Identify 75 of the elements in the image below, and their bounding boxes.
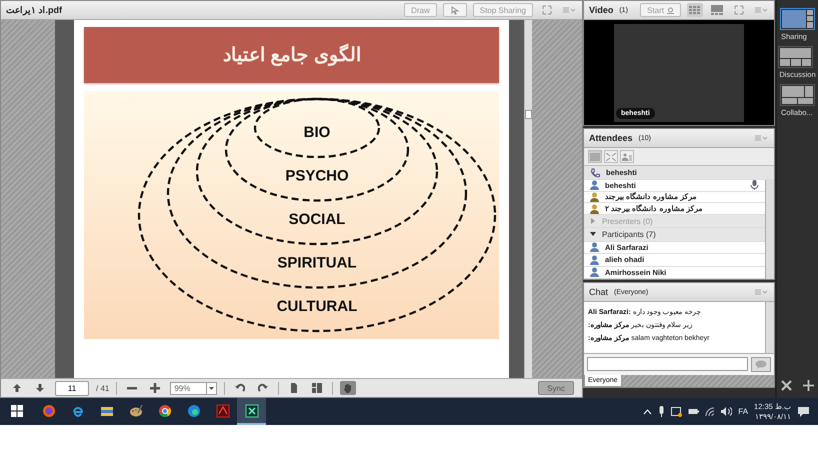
app-icon bbox=[158, 404, 172, 418]
down-arrow-icon bbox=[35, 383, 45, 393]
phone-icon bbox=[590, 168, 600, 178]
app-icon bbox=[216, 404, 230, 418]
app-icon bbox=[42, 404, 56, 418]
rotate-left-icon bbox=[235, 383, 246, 393]
menu-icon bbox=[755, 6, 767, 14]
webcam-icon bbox=[667, 6, 674, 14]
status-button[interactable] bbox=[620, 150, 634, 163]
scrollbar[interactable] bbox=[765, 302, 774, 353]
battery-icon bbox=[688, 408, 700, 415]
add-button[interactable] bbox=[802, 378, 814, 392]
language-indicator[interactable]: FA bbox=[738, 407, 748, 416]
rotate-right-icon bbox=[258, 383, 268, 393]
up-arrow-icon bbox=[12, 383, 22, 393]
ring-label: CULTURAL bbox=[277, 298, 358, 315]
grid-icon bbox=[689, 6, 701, 14]
stage-view-icon bbox=[711, 5, 723, 15]
taskbar-app[interactable] bbox=[237, 398, 266, 425]
chevron-up-icon bbox=[643, 408, 652, 414]
ring-label: SOCIAL bbox=[289, 211, 346, 228]
layout-thumbnail-icon bbox=[779, 47, 812, 67]
caret-icon bbox=[206, 382, 216, 394]
pod-title: Chat bbox=[589, 287, 608, 297]
host-icon bbox=[590, 180, 599, 190]
scrollbar[interactable] bbox=[524, 20, 532, 378]
slide-title: الگوی جامع اعتیاد bbox=[223, 43, 361, 67]
person-list-icon bbox=[622, 152, 632, 160]
windows-icon bbox=[11, 404, 23, 416]
plus-icon bbox=[150, 383, 160, 393]
scrollbar[interactable] bbox=[765, 180, 774, 279]
page-icon bbox=[289, 383, 300, 393]
chat-input[interactable] bbox=[587, 357, 748, 371]
host-icon bbox=[590, 204, 599, 214]
fullscreen-icon bbox=[542, 5, 552, 15]
ring-label: PSYCHO bbox=[286, 168, 350, 184]
tools-button[interactable] bbox=[780, 378, 792, 392]
speaker-icon bbox=[721, 407, 732, 416]
palette-icon bbox=[128, 404, 142, 418]
layout-thumbnail-icon bbox=[781, 9, 814, 29]
ring-label: SPIRITUAL bbox=[278, 254, 358, 272]
layout-thumbnail-icon bbox=[781, 85, 814, 105]
speech-bubble-icon bbox=[755, 360, 767, 369]
minus-icon bbox=[127, 386, 138, 390]
arrows-icon bbox=[606, 152, 616, 160]
page-count: / 41 bbox=[96, 384, 110, 392]
host-icon bbox=[590, 192, 599, 202]
list-icon bbox=[590, 152, 600, 160]
person-icon bbox=[590, 267, 599, 278]
microphone-icon bbox=[658, 406, 666, 417]
fullscreen-icon bbox=[734, 5, 744, 15]
ring-label: BIO bbox=[304, 124, 331, 141]
app-icon bbox=[244, 404, 258, 418]
app-icon bbox=[186, 404, 200, 418]
notification-icon bbox=[798, 406, 810, 418]
hand-tool-button[interactable] bbox=[340, 381, 356, 395]
zoom-dropdown[interactable]: 99% bbox=[170, 382, 218, 394]
pod-title: Video bbox=[589, 5, 614, 15]
page-field[interactable]: 11 bbox=[55, 380, 89, 396]
pointer-button[interactable] bbox=[442, 3, 467, 17]
menu-icon bbox=[755, 288, 767, 296]
wifi-icon bbox=[705, 407, 716, 416]
breakout-button[interactable] bbox=[604, 150, 618, 163]
menu-icon bbox=[563, 6, 575, 14]
person-icon bbox=[590, 254, 599, 265]
plus-icon bbox=[803, 380, 814, 390]
pointer-icon bbox=[450, 6, 460, 14]
document-title: اد ۱یراعت.pdf bbox=[6, 5, 62, 15]
pod-title: Attendees bbox=[589, 133, 633, 143]
stage-view-button[interactable] bbox=[709, 3, 725, 17]
pages-icon bbox=[312, 383, 322, 393]
hand-icon bbox=[343, 383, 354, 393]
person-icon bbox=[590, 242, 599, 252]
menu-icon bbox=[755, 134, 767, 142]
group-header[interactable]: Participants (7) bbox=[584, 228, 765, 242]
